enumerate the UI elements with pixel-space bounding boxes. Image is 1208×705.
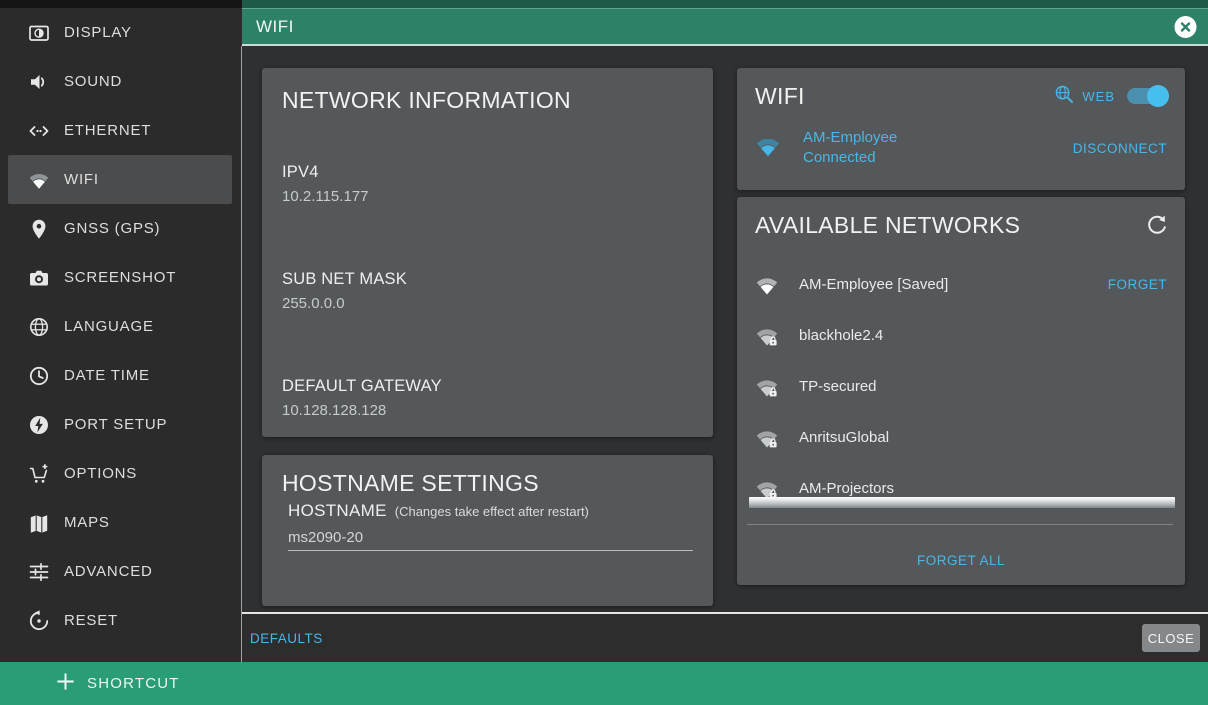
clock-icon [28, 365, 50, 387]
sidebar-item-options[interactable]: OPTIONS [8, 449, 232, 498]
sidebar-item-label: RESET [64, 612, 118, 629]
sidebar-item-label: LANGUAGE [64, 318, 154, 335]
sidebar-item-label: OPTIONS [64, 465, 137, 482]
dialog-header: WIFI [242, 8, 1208, 46]
sidebar-item-display[interactable]: DISPLAY [8, 8, 232, 57]
wifi-lock-icon [755, 375, 779, 399]
network-row[interactable]: TP-secured [755, 361, 1167, 412]
wifi-connected-icon [755, 133, 781, 164]
sidebar-item-portsetup[interactable]: PORT SETUP [8, 400, 232, 449]
field-ipv4: IPV4 10.2.115.177 [282, 162, 693, 207]
wifi-lock-icon [755, 426, 779, 450]
sidebar-item-language[interactable]: LANGUAGE [8, 302, 232, 351]
cart-plus-icon [28, 463, 50, 485]
panel-title: HOSTNAME SETTINGS [282, 467, 693, 499]
hostname-input[interactable]: ms2090-20 [288, 529, 693, 551]
sidebar-item-label: GNSS (GPS) [64, 220, 160, 237]
top-band-left [0, 0, 242, 8]
sidebar-item-advanced[interactable]: ADVANCED [8, 547, 232, 596]
wifi-panel: WIFI WEB AM-Employee Connected DISCONNEC… [737, 68, 1185, 190]
sidebar-item-datetime[interactable]: DATE TIME [8, 351, 232, 400]
close-icon[interactable] [1174, 15, 1197, 38]
sidebar-item-label: WIFI [64, 171, 99, 188]
ethernet-icon [28, 120, 50, 142]
network-row[interactable]: AM-Employee [Saved] FORGET [755, 259, 1167, 310]
toggle-knob [1147, 85, 1169, 107]
field-value: 10.2.115.177 [282, 187, 693, 207]
close-button[interactable]: CLOSE [1142, 624, 1200, 652]
refresh-icon[interactable] [1145, 214, 1167, 236]
plus-icon [56, 672, 75, 696]
sidebar-item-label: ETHERNET [64, 122, 151, 139]
network-ssid: blackhole2.4 [799, 327, 883, 344]
power-bolt-icon [28, 414, 50, 436]
sidebar-item-label: DISPLAY [64, 24, 132, 41]
network-row[interactable]: AnritsuGlobal [755, 412, 1167, 463]
sound-icon [28, 71, 50, 93]
panel-title: AVAILABLE NETWORKS [755, 209, 1020, 241]
sidebar-item-label: DATE TIME [64, 367, 150, 384]
dialog-footer: DEFAULTS CLOSE [242, 612, 1208, 662]
camera-icon [28, 267, 50, 289]
network-ssid: AnritsuGlobal [799, 429, 889, 446]
sidebar-item-ethernet[interactable]: ETHERNET [8, 106, 232, 155]
sidebar-item-screenshot[interactable]: SCREENSHOT [8, 253, 232, 302]
connection-status: Connected [803, 148, 897, 168]
field-label: IPV4 [282, 162, 693, 182]
sidebar-item-label: SOUND [64, 73, 122, 90]
sidebar-item-label: ADVANCED [64, 563, 153, 580]
divider [747, 524, 1173, 525]
hostname-note: (Changes take effect after restart) [395, 504, 589, 519]
map-icon [28, 512, 50, 534]
available-networks-panel: AVAILABLE NETWORKS AM-Employee [Saved] F… [737, 197, 1185, 585]
field-value: 255.0.0.0 [282, 294, 693, 314]
web-toggle-label: WEB [1082, 89, 1115, 104]
shortcut-label: SHORTCUT [87, 675, 180, 692]
panel-title: NETWORK INFORMATION [282, 84, 693, 116]
web-toggle[interactable] [1127, 88, 1167, 104]
field-subnet: SUB NET MASK 255.0.0.0 [282, 269, 693, 314]
network-ssid: TP-secured [799, 378, 877, 395]
reset-icon [28, 610, 50, 632]
network-information-panel: NETWORK INFORMATION IPV4 10.2.115.177 SU… [262, 68, 713, 437]
field-label: SUB NET MASK [282, 269, 693, 289]
sidebar-item-label: PORT SETUP [64, 416, 167, 433]
sidebar-item-wifi[interactable]: WIFI [8, 155, 232, 204]
web-globe-search-icon [1054, 84, 1074, 109]
network-row[interactable]: blackhole2.4 [755, 310, 1167, 361]
network-ssid: AM-Projectors [799, 480, 894, 497]
settings-dialog: DISPLAY SOUND ETHERNET WIFI GNSS (GPS) [0, 0, 1208, 705]
wifi-signal-icon [755, 273, 779, 297]
forget-button[interactable]: FORGET [1108, 277, 1167, 292]
sidebar-item-maps[interactable]: MAPS [8, 498, 232, 547]
forget-all-button[interactable]: FORGET ALL [737, 553, 1185, 568]
page-title: WIFI [256, 17, 294, 37]
disconnect-button[interactable]: DISCONNECT [1073, 141, 1167, 156]
horizontal-scrollbar[interactable] [749, 497, 1175, 508]
wifi-icon [28, 169, 50, 191]
field-value: 10.128.128.128 [282, 401, 693, 421]
display-icon [28, 22, 50, 44]
hostname-settings-panel: HOSTNAME SETTINGS HOSTNAME (Changes take… [262, 455, 713, 606]
field-gateway: DEFAULT GATEWAY 10.128.128.128 [282, 376, 693, 421]
sidebar-item-reset[interactable]: RESET [8, 596, 232, 645]
add-shortcut-button[interactable]: SHORTCUT [56, 672, 180, 696]
top-band-right [242, 0, 1208, 8]
sidebar-item-sound[interactable]: SOUND [8, 57, 232, 106]
globe-icon [28, 316, 50, 338]
field-label: DEFAULT GATEWAY [282, 376, 693, 396]
connected-ssid: AM-Employee [803, 128, 897, 148]
wifi-lock-icon [755, 324, 779, 348]
sliders-icon [28, 561, 50, 583]
sidebar-item-label: SCREENSHOT [64, 269, 176, 286]
hostname-label: HOSTNAME [288, 501, 387, 521]
panel-title: WIFI [755, 80, 805, 112]
location-pin-icon [28, 218, 50, 240]
defaults-button[interactable]: DEFAULTS [250, 631, 323, 646]
sidebar-item-label: MAPS [64, 514, 110, 531]
sidebar-item-gnss[interactable]: GNSS (GPS) [8, 204, 232, 253]
settings-sidebar: DISPLAY SOUND ETHERNET WIFI GNSS (GPS) [0, 8, 242, 662]
bottom-bar: SHORTCUT [0, 662, 1208, 705]
network-ssid: AM-Employee [Saved] [799, 276, 948, 293]
